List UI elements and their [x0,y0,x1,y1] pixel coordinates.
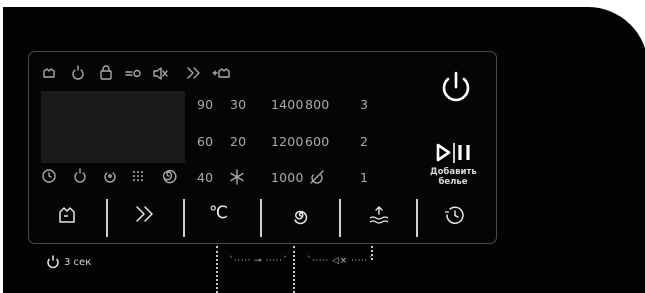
rinse-1: 1 [360,170,369,185]
hold-icon [46,255,60,269]
door-lock-icon [100,65,112,80]
button-divider [183,199,185,237]
delay-end-button[interactable] [444,204,468,248]
combo-dotted-line [293,246,295,293]
eco-bubble-icon [162,169,177,184]
spin-1400: 1400 [271,97,304,112]
prewash-shirt-icon [43,68,55,78]
quick-wash-button[interactable] [134,204,158,248]
dry-grid-icon [133,171,143,182]
sound-off-icon [153,67,168,80]
rinse-3: 3 [360,97,369,112]
timer-icon [445,206,464,224]
rinse-icon [74,168,86,183]
button-divider [260,199,262,237]
temp-60: 60 [197,134,214,149]
temp-20: 20 [230,134,247,149]
temp-40: 40 [197,170,214,185]
program-icons-row [41,167,191,185]
shirt-icon [59,207,75,223]
rinse-water-icon [369,206,389,224]
temp-90: 90 [197,97,214,112]
spin-icon [104,172,116,183]
spin-1200: 1200 [271,134,304,149]
cold-wash-icon [229,169,245,185]
child-lock-icon [125,69,141,78]
temperature-button[interactable]: ℃ [209,203,239,247]
combo-dotted-line [216,246,218,293]
spiral-icon [294,210,308,225]
prewash-button[interactable] [56,203,82,247]
lcd-display [41,91,185,163]
play-pause-icon [436,143,470,163]
extra-care-icon [212,68,230,78]
rinse-hold-icon [72,65,84,80]
spin-800: 800 [305,97,330,112]
button-divider [339,199,341,237]
delay-end-icon [42,169,56,183]
spin-1000: 1000 [271,170,304,185]
mute-combo-hint: `····· ◁× ·····´ [307,256,373,266]
status-icons-row [41,64,251,82]
power-icon [442,71,470,102]
button-divider [106,199,108,237]
child-lock-combo-hint: `····· ⊸ ·····´ [229,256,288,266]
function-buttons-row: ℃ [28,195,497,243]
hold-3-sec-label: 3 сек [64,257,92,268]
start-pause-button[interactable]: Добавить белье [430,142,478,192]
quick-wash-icon [187,67,200,79]
rinse-button[interactable] [367,205,393,249]
button-divider [416,199,418,237]
celsius-label: ℃ [209,203,229,223]
spin-button[interactable] [290,204,314,248]
temp-30: 30 [230,97,247,112]
double-chevron-icon [136,206,153,222]
spin-600: 600 [305,134,330,149]
rinse-2: 2 [360,134,369,149]
add-laundry-label: Добавить белье [430,167,477,187]
no-spin-icon [309,169,325,185]
power-button[interactable] [440,70,472,104]
